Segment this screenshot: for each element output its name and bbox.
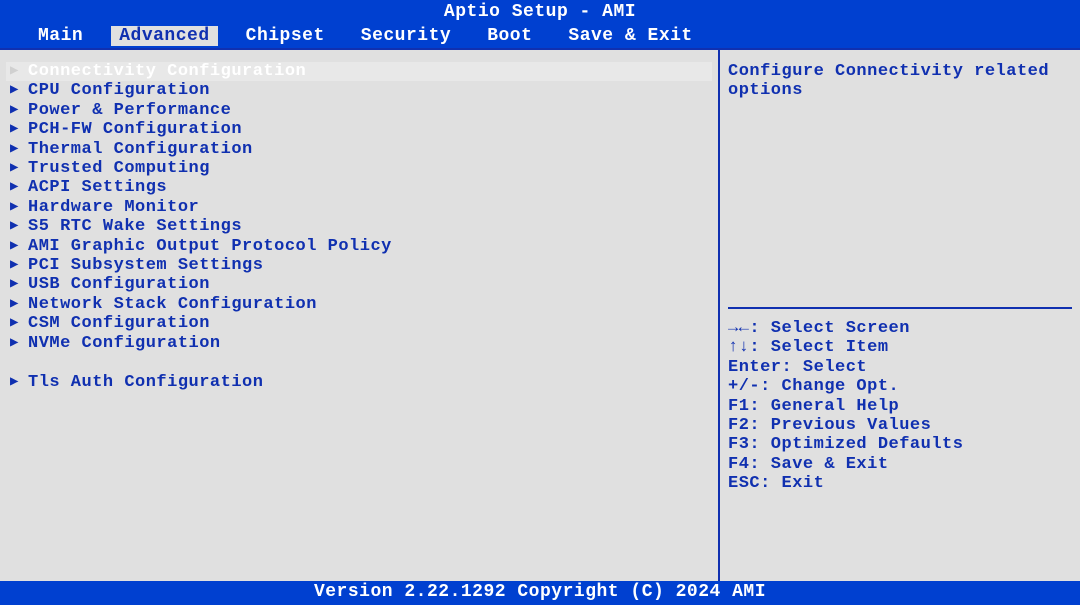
- menu-item-label: Network Stack Configuration: [28, 295, 317, 314]
- menu-item-label: ACPI Settings: [28, 178, 167, 197]
- menu-item-label: Trusted Computing: [28, 159, 210, 178]
- menu-item-label: CSM Configuration: [28, 314, 210, 333]
- menu-item-connectivity-configuration[interactable]: ▶Connectivity Configuration: [6, 62, 712, 81]
- menu-item-trusted-computing[interactable]: ▶Trusted Computing: [6, 159, 712, 178]
- tab-save-exit[interactable]: Save & Exit: [560, 26, 700, 46]
- menu-item-label: CPU Configuration: [28, 81, 210, 100]
- info-panel: Configure Connectivity related options →…: [720, 50, 1080, 581]
- menu-item-power-performance[interactable]: ▶Power & Performance: [6, 101, 712, 120]
- content-area: ▶Connectivity Configuration▶CPU Configur…: [0, 48, 1080, 581]
- submenu-arrow-icon: ▶: [10, 275, 28, 294]
- footer-version: Version 2.22.1292 Copyright (C) 2024 AMI: [0, 581, 1080, 605]
- submenu-arrow-icon: ▶: [10, 101, 28, 120]
- submenu-arrow-icon: ▶: [10, 159, 28, 178]
- menu-item-thermal-configuration[interactable]: ▶Thermal Configuration: [6, 140, 712, 159]
- menu-item-label: Thermal Configuration: [28, 140, 253, 159]
- submenu-arrow-icon: ▶: [10, 120, 28, 139]
- legend-line: Enter: Select: [728, 358, 1072, 377]
- menu-item-cpu-configuration[interactable]: ▶CPU Configuration: [6, 81, 712, 100]
- menu-item-nvme-configuration[interactable]: ▶NVMe Configuration: [6, 334, 712, 353]
- submenu-arrow-icon: ▶: [10, 81, 28, 100]
- menu-item-label: PCH-FW Configuration: [28, 120, 242, 139]
- menu-item-csm-configuration[interactable]: ▶CSM Configuration: [6, 314, 712, 333]
- submenu-arrow-icon: ▶: [10, 198, 28, 217]
- menu-item-label: PCI Subsystem Settings: [28, 256, 263, 275]
- tab-chipset[interactable]: Chipset: [238, 26, 333, 46]
- tab-main[interactable]: Main: [30, 26, 91, 46]
- menu-item-acpi-settings[interactable]: ▶ACPI Settings: [6, 178, 712, 197]
- menu-item-s5-rtc-wake-settings[interactable]: ▶S5 RTC Wake Settings: [6, 217, 712, 236]
- menu-item-pci-subsystem-settings[interactable]: ▶PCI Subsystem Settings: [6, 256, 712, 275]
- menu-item-label: AMI Graphic Output Protocol Policy: [28, 237, 392, 256]
- menu-item-ami-graphic-output-protocol-policy[interactable]: ▶AMI Graphic Output Protocol Policy: [6, 237, 712, 256]
- menu-item-label: NVMe Configuration: [28, 334, 221, 353]
- menu-item-network-stack-configuration[interactable]: ▶Network Stack Configuration: [6, 295, 712, 314]
- legend-line: +/-: Change Opt.: [728, 377, 1072, 396]
- tab-security[interactable]: Security: [353, 26, 459, 46]
- submenu-arrow-icon: ▶: [10, 334, 28, 353]
- key-legend: →←: Select Screen↑↓: Select ItemEnter: S…: [728, 319, 1072, 569]
- submenu-arrow-icon: ▶: [10, 314, 28, 333]
- legend-line: F4: Save & Exit: [728, 455, 1072, 474]
- submenu-arrow-icon: ▶: [10, 140, 28, 159]
- menu-item-tls-auth-configuration[interactable]: ▶Tls Auth Configuration: [6, 373, 712, 392]
- title-bar: Aptio Setup - AMI: [0, 0, 1080, 24]
- menu-panel: ▶Connectivity Configuration▶CPU Configur…: [0, 50, 720, 581]
- legend-line: ESC: Exit: [728, 474, 1072, 493]
- tab-bar: Main Advanced Chipset Security Boot Save…: [0, 24, 1080, 48]
- help-text: Configure Connectivity related options: [728, 62, 1072, 309]
- legend-line: F3: Optimized Defaults: [728, 435, 1072, 454]
- legend-line: →←: Select Screen: [728, 319, 1072, 338]
- submenu-arrow-icon: ▶: [10, 217, 28, 236]
- submenu-arrow-icon: ▶: [10, 373, 28, 392]
- tab-advanced[interactable]: Advanced: [111, 26, 217, 46]
- submenu-arrow-icon: ▶: [10, 237, 28, 256]
- submenu-arrow-icon: ▶: [10, 178, 28, 197]
- menu-item-pch-fw-configuration[interactable]: ▶PCH-FW Configuration: [6, 120, 712, 139]
- menu-item-label: Hardware Monitor: [28, 198, 199, 217]
- submenu-arrow-icon: ▶: [10, 62, 28, 81]
- legend-line: F2: Previous Values: [728, 416, 1072, 435]
- menu-item-label: USB Configuration: [28, 275, 210, 294]
- menu-item-label: Tls Auth Configuration: [28, 373, 263, 392]
- menu-item-label: Connectivity Configuration: [28, 62, 306, 81]
- menu-item-label: Power & Performance: [28, 101, 231, 120]
- legend-line: ↑↓: Select Item: [728, 338, 1072, 357]
- bios-screen: Aptio Setup - AMI Main Advanced Chipset …: [0, 0, 1080, 605]
- tab-boot[interactable]: Boot: [479, 26, 540, 46]
- submenu-arrow-icon: ▶: [10, 295, 28, 314]
- menu-separator: [6, 353, 712, 372]
- submenu-arrow-icon: ▶: [10, 256, 28, 275]
- menu-item-usb-configuration[interactable]: ▶USB Configuration: [6, 275, 712, 294]
- legend-line: F1: General Help: [728, 397, 1072, 416]
- menu-item-label: S5 RTC Wake Settings: [28, 217, 242, 236]
- menu-item-hardware-monitor[interactable]: ▶Hardware Monitor: [6, 198, 712, 217]
